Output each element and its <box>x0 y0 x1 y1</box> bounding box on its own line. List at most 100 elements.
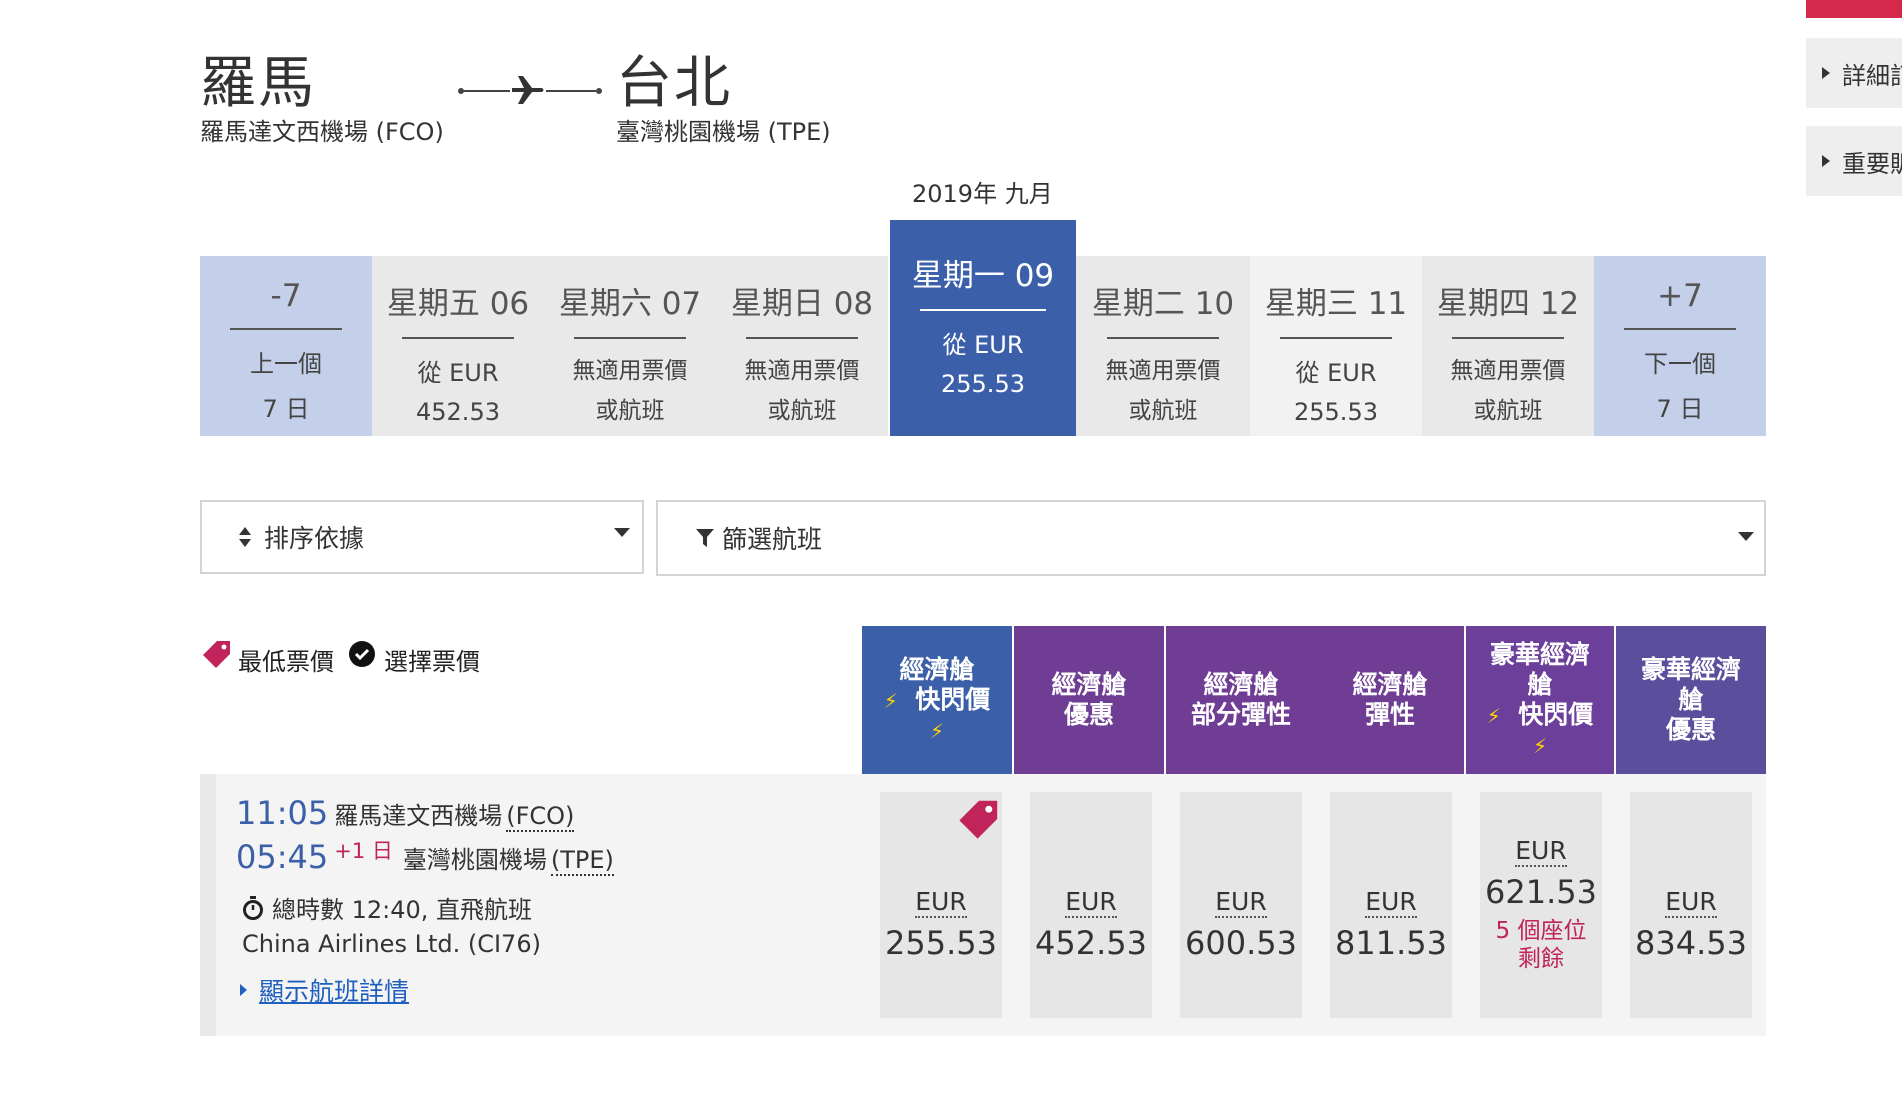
departure-line: 11:05 羅馬達文西機場 (FCO) <box>236 794 575 832</box>
departure-code: (FCO) <box>506 802 575 832</box>
filter-funnel-icon <box>696 529 714 547</box>
fare-header-economy-semiflex: 經濟艙 部分彈性 <box>1166 626 1316 774</box>
flight-details-link[interactable]: 顯示航班詳情 <box>259 972 409 1008</box>
expand-triangle-icon <box>1822 67 1830 79</box>
side-important-label: 重要販 <box>1842 149 1902 178</box>
sort-dropdown[interactable]: 排序依據 <box>200 500 644 574</box>
divider <box>920 309 1046 311</box>
fare-cell-economy-saver[interactable]: EUR 452.53 <box>1030 792 1152 1018</box>
date-line2: 或航班 <box>767 398 837 424</box>
fare-cell-economy-flex[interactable]: EUR 811.53 <box>1330 792 1452 1018</box>
prev-week-button[interactable]: -7 上一個 7 日 <box>200 256 372 436</box>
fare-amount: 811.53 <box>1335 924 1447 962</box>
fare-amount: 621.53 <box>1485 873 1597 911</box>
date-line1: 從 EUR <box>417 359 499 387</box>
seats-remaining: 5 個座位剩餘 <box>1495 918 1587 972</box>
divider <box>1107 337 1219 339</box>
flash-icon: ⚡ <box>883 688 898 713</box>
fare-cell-premium-flash[interactable]: EUR 621.53 5 個座位剩餘 <box>1480 792 1602 1018</box>
arrival-day-offset: +1 日 <box>334 839 393 863</box>
fare-header-line2: 優惠 <box>1665 715 1716 744</box>
fare-header-line2: 優惠 <box>1063 700 1114 729</box>
top-accent-bar <box>1806 0 1902 18</box>
fare-header-line1: 豪華經濟艙 <box>1640 655 1741 714</box>
divider <box>230 328 342 330</box>
destination-airport: 臺灣桃園機場 (TPE) <box>616 118 831 146</box>
next-week-button[interactable]: +7 下一個 7 日 <box>1594 256 1766 436</box>
date-option-06[interactable]: 星期五 06 從 EUR 452.53 <box>372 256 544 436</box>
date-selector: -7 上一個 7 日 星期五 06 從 EUR 452.53 星期六 07 無適… <box>200 220 1766 436</box>
fare-header-line2: 部分彈性 <box>1190 700 1291 729</box>
date-line1: 上一個 <box>250 350 322 378</box>
duration-line: 總時數 12:40, 直飛航班 <box>242 890 532 925</box>
fare-header-economy-saver: 經濟艙 優惠 <box>1014 626 1164 774</box>
divider <box>574 337 686 339</box>
fare-header-line2: ⚡ 快閃價 <box>1487 700 1593 731</box>
arrival-airport: 臺灣桃園機場 <box>402 846 547 874</box>
date-line2: 255.53 <box>1294 398 1378 426</box>
fare-header-premium-flash: 豪華經濟艙 ⚡ 快閃價 ⚡ <box>1466 626 1614 774</box>
fare-cell-premium-saver[interactable]: EUR 834.53 <box>1630 792 1752 1018</box>
legend-lowest-label: 最低票價 <box>238 648 334 676</box>
filter-label: 篩選航班 <box>722 525 823 554</box>
fare-amount: 452.53 <box>1035 924 1147 962</box>
fare-header-sub: 快閃價 <box>1518 699 1594 729</box>
date-day: 星期五 06 <box>386 286 530 322</box>
legend-selected-label: 選擇票價 <box>384 648 480 676</box>
check-circle-icon <box>349 640 375 667</box>
fare-header-economy-flash: 經濟艙 ⚡ 快閃價 ⚡ <box>862 626 1012 774</box>
filter-dropdown[interactable]: 篩選航班 <box>656 500 1766 576</box>
flight-duration: 總時數 12:40, 直飛航班 <box>272 896 533 924</box>
side-important-button[interactable]: 重要販 <box>1806 126 1902 196</box>
date-line2: 7 日 <box>262 395 310 423</box>
date-line2: 或航班 <box>1128 398 1198 424</box>
fare-currency: EUR <box>1215 887 1267 918</box>
fare-currency: EUR <box>1065 887 1117 918</box>
date-line1: 無適用票價 <box>572 358 688 384</box>
fare-amount: 255.53 <box>885 924 997 962</box>
origin-city: 羅馬 <box>200 51 316 116</box>
date-option-09-selected[interactable]: 星期一 09 從 EUR 255.53 <box>890 220 1076 436</box>
fare-cell-economy-flash[interactable]: EUR 255.53 <box>880 792 1002 1018</box>
date-line1: 從 EUR <box>1295 359 1377 387</box>
row-accent <box>200 774 216 1036</box>
date-line2: 或航班 <box>1473 398 1543 424</box>
fare-header-line1: 經濟艙 <box>1051 670 1127 699</box>
flight-details-toggle[interactable]: 顯示航班詳情 <box>240 972 409 1008</box>
date-line2: 7 日 <box>1656 395 1704 423</box>
fare-header-sub: 快閃價 <box>915 684 991 714</box>
fare-currency: EUR <box>915 887 967 918</box>
flash-icon: ⚡ <box>1486 703 1501 728</box>
date-day: 星期六 07 <box>558 286 702 322</box>
date-line1: 從 EUR <box>942 331 1024 359</box>
date-line2: 255.53 <box>941 370 1025 398</box>
date-day: -7 <box>270 278 302 314</box>
date-line1: 下一個 <box>1644 350 1716 378</box>
date-day: 星期日 08 <box>730 286 874 322</box>
destination-city: 台北 <box>616 51 732 116</box>
stopwatch-icon <box>243 895 263 920</box>
date-option-07[interactable]: 星期六 07 無適用票價 或航班 <box>544 256 716 436</box>
divider <box>1624 328 1736 330</box>
origin-airport: 羅馬達文西機場 (FCO) <box>200 118 444 146</box>
fare-currency: EUR <box>1515 836 1567 867</box>
departure-airport: 羅馬達文西機場 <box>334 802 503 830</box>
fare-currency: EUR <box>1665 887 1717 918</box>
lowest-price-tag-icon <box>959 800 998 839</box>
divider <box>1452 337 1564 339</box>
sort-arrows-icon <box>239 527 251 547</box>
divider <box>1280 337 1392 339</box>
date-option-11[interactable]: 星期三 11 從 EUR 255.53 <box>1250 256 1422 436</box>
flash-icon: ⚡ <box>1532 733 1548 758</box>
fare-cell-economy-semiflex[interactable]: EUR 600.53 <box>1180 792 1302 1018</box>
side-details-label: 詳細訂 <box>1842 61 1902 90</box>
date-option-10[interactable]: 星期二 10 無適用票價 或航班 <box>1076 256 1250 436</box>
side-details-button[interactable]: 詳細訂 <box>1806 38 1902 108</box>
date-option-12[interactable]: 星期四 12 無適用票價 或航班 <box>1422 256 1594 436</box>
arrival-time: 05:45 <box>236 838 329 876</box>
date-line2: 452.53 <box>416 398 500 426</box>
date-option-08[interactable]: 星期日 08 無適用票價 或航班 <box>716 256 888 436</box>
date-day: 星期二 10 <box>1091 286 1235 322</box>
fare-header-line1: 經濟艙 <box>1203 670 1279 699</box>
expand-triangle-icon <box>240 984 247 996</box>
